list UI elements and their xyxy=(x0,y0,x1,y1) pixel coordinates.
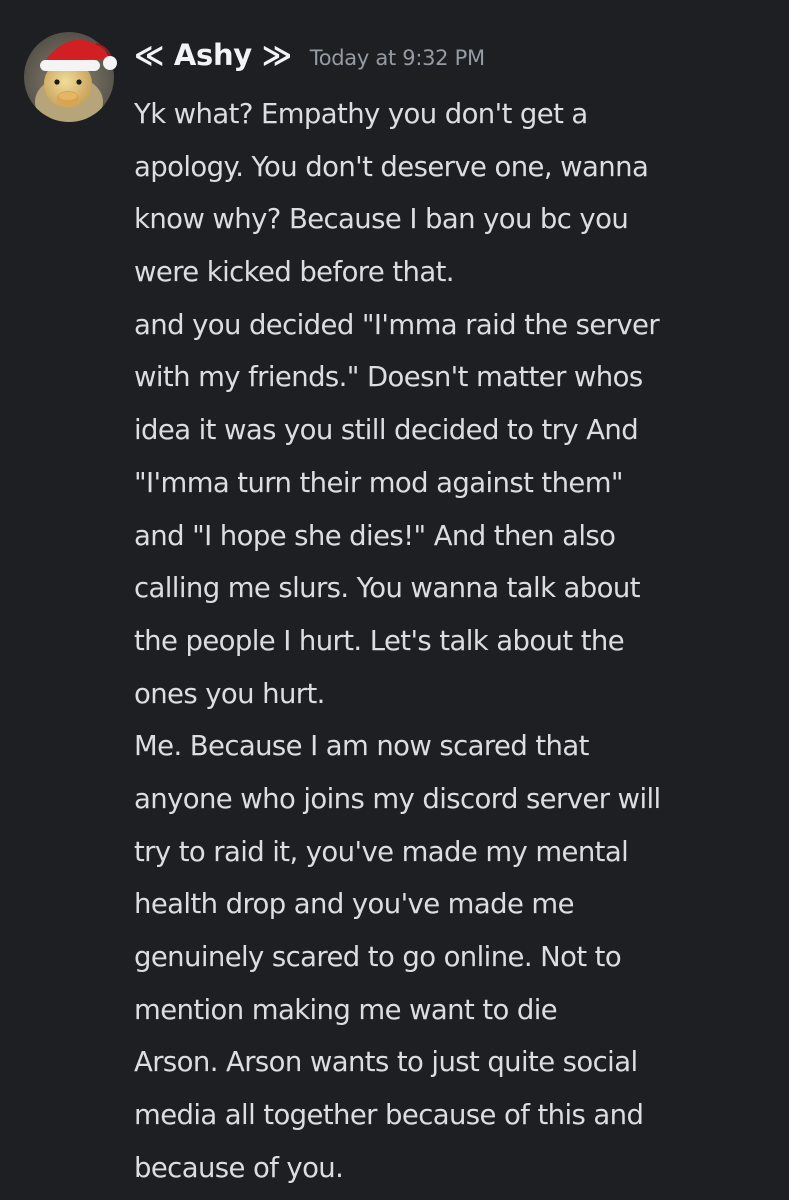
message-line: were kicked before that. xyxy=(134,256,455,289)
message-content: Yk what? Empathy you don't get a apology… xyxy=(134,88,774,1194)
message-line: and "I hope she dies!" And then also xyxy=(134,519,616,552)
message-line: idea it was you still decided to try And xyxy=(134,414,639,447)
message-line: Me. Because I am now scared that xyxy=(134,730,589,763)
timestamp: Today at 9:32 PM xyxy=(309,46,485,70)
message-line: apology. You don't deserve one, wanna xyxy=(134,150,649,183)
message-line: ones you hurt. xyxy=(134,677,325,710)
message-line: mention making me want to die xyxy=(134,993,558,1026)
message-line: with my friends." Doesn't matter whos xyxy=(134,361,643,394)
message-line: the people I hurt. Let's talk about the xyxy=(134,624,625,657)
message-line: Yk what? Empathy you don't get a xyxy=(134,98,588,130)
message-line: media all together because of this and xyxy=(134,1099,644,1132)
message-line: Arson. Arson wants to just quite social xyxy=(134,1046,638,1079)
username[interactable]: ≪ Ashy ≫ xyxy=(134,38,292,72)
message-line: health drop and you've made me xyxy=(134,888,575,921)
message-line: because of you. xyxy=(134,1151,344,1184)
message-header: ≪ Ashy ≫ Today at 9:32 PM xyxy=(134,38,485,84)
message-line: "I'mma turn their mod against them" xyxy=(134,466,624,499)
message-line: and you decided "I'mma raid the server xyxy=(134,308,660,341)
message-line: try to raid it, you've made my mental xyxy=(134,835,629,868)
message-line: anyone who joins my discord server will xyxy=(134,782,661,815)
message-line: genuinely scared to go online. Not to xyxy=(134,941,622,973)
duck-santa-hat-icon xyxy=(24,32,117,122)
avatar[interactable] xyxy=(24,32,117,122)
chat-message: ≪ Ashy ≫ Today at 9:32 PM Yk what? Empat… xyxy=(0,0,789,1200)
message-line: know why? Because I ban you bc you xyxy=(134,203,629,236)
message-line: calling me slurs. You wanna talk about xyxy=(134,572,641,605)
